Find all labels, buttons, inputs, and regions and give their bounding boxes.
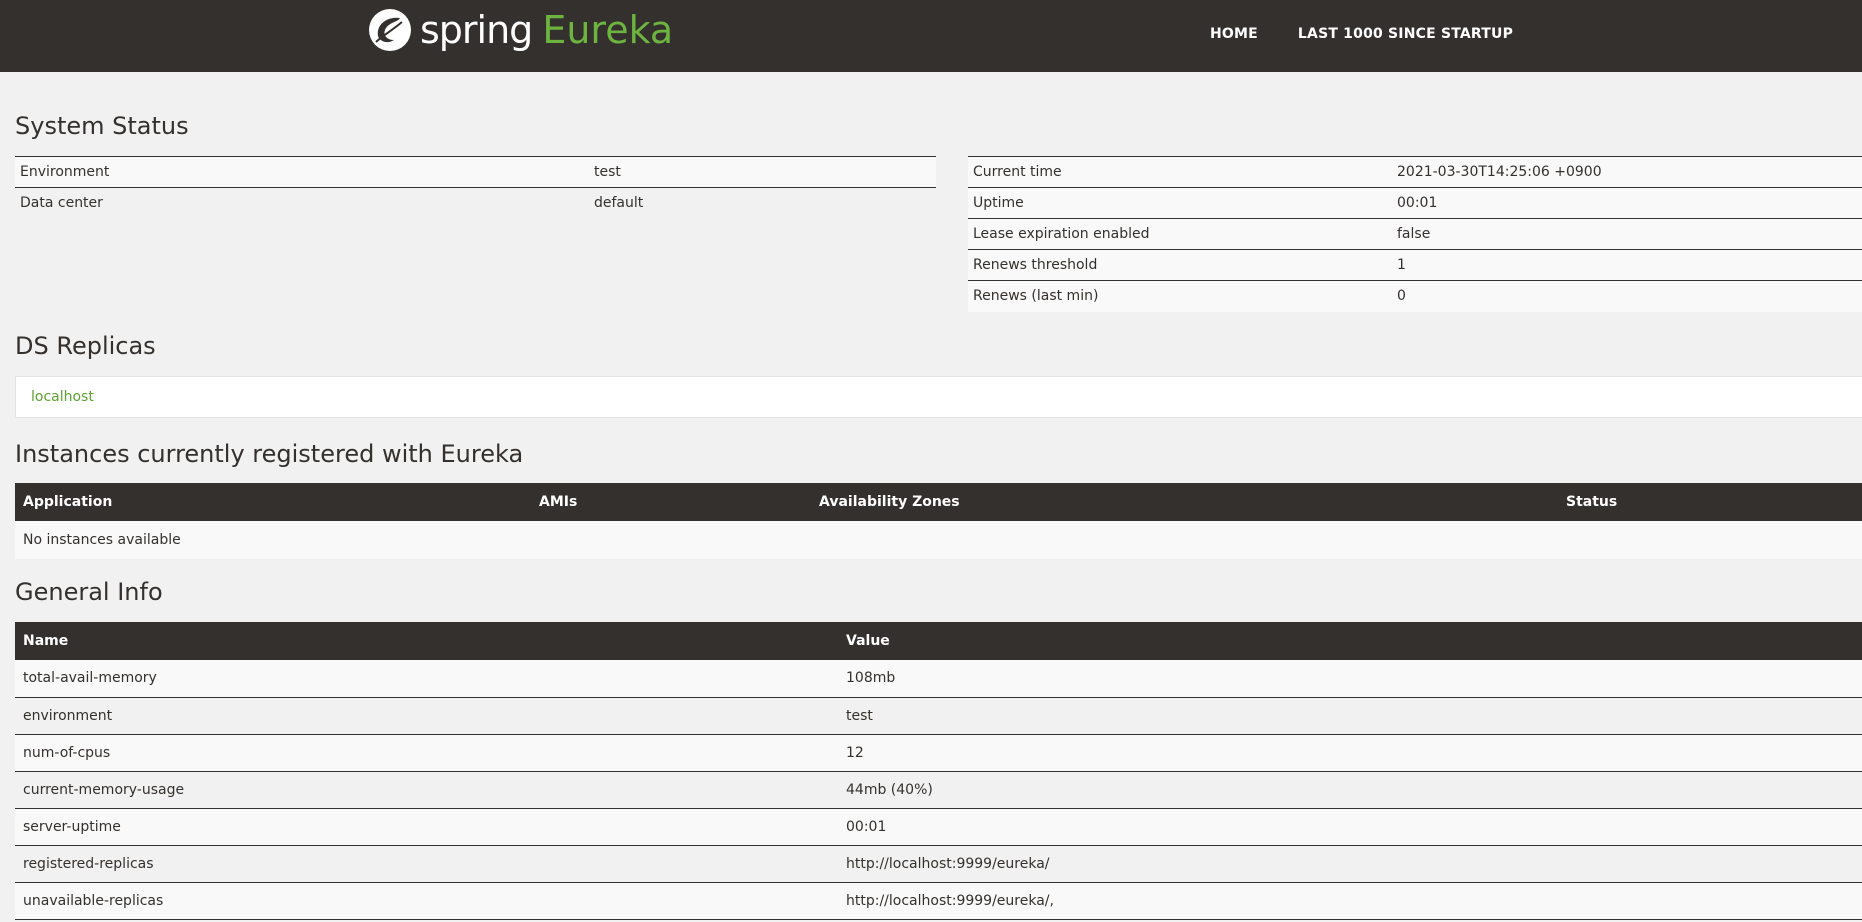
nav-last-1000-link[interactable]: LAST 1000 SINCE STARTUP (1298, 26, 1513, 42)
status-row: Lease expiration enabled false (968, 218, 1862, 250)
info-value: 108mb (838, 660, 1862, 698)
top-navbar: spring Eureka HOME LAST 1000 SINCE START… (0, 0, 1862, 72)
col-availability-zones: Availability Zones (811, 483, 1558, 521)
table-row: server-uptime 00:01 (15, 808, 1862, 846)
status-label: Renews threshold (968, 249, 1392, 281)
info-value: http://localhost:9999/eureka/, (838, 882, 1862, 920)
table-row: No instances available (15, 521, 1862, 559)
col-status: Status (1558, 483, 1862, 521)
status-value: default (589, 187, 936, 219)
table-row: environment test (15, 697, 1862, 735)
info-value: 00:01 (838, 808, 1862, 846)
info-name: total-avail-memory (15, 660, 838, 698)
col-name: Name (15, 622, 838, 660)
status-value: false (1392, 218, 1862, 250)
info-name: server-uptime (15, 808, 838, 846)
info-name: unavailable-replicas (15, 882, 838, 920)
info-value: 44mb (40%) (838, 771, 1862, 809)
table-row: registered-replicas http://localhost:999… (15, 845, 1862, 883)
ds-replicas-heading: DS Replicas (15, 332, 156, 360)
general-info-heading: General Info (15, 578, 163, 606)
status-value: 1 (1392, 249, 1862, 281)
instances-table: Application AMIs Availability Zones Stat… (15, 483, 1862, 559)
col-value: Value (838, 622, 1862, 660)
col-amis: AMIs (531, 483, 811, 521)
brand-eureka-text: Eureka (542, 8, 674, 52)
ds-replicas-list: localhost (15, 376, 1862, 418)
status-value: 2021-03-30T14:25:06 +0900 (1392, 156, 1862, 188)
nav-home-link[interactable]: HOME (1210, 26, 1258, 42)
replica-link-localhost[interactable]: localhost (31, 389, 94, 405)
info-name: current-memory-usage (15, 771, 838, 809)
info-value: http://localhost:9999/eureka/ (838, 845, 1862, 883)
status-label: Uptime (968, 187, 1392, 219)
top-nav-menu: HOME LAST 1000 SINCE STARTUP (1210, 0, 1553, 68)
instances-heading: Instances currently registered with Eure… (15, 440, 524, 468)
status-value: 00:01 (1392, 187, 1862, 219)
status-label: Environment (15, 156, 589, 188)
info-name: num-of-cpus (15, 734, 838, 772)
info-name: registered-replicas (15, 845, 838, 883)
status-row: Environment test (15, 156, 936, 188)
status-label: Data center (15, 187, 589, 219)
system-status-right-table: Current time 2021-03-30T14:25:06 +0900 U… (968, 156, 1862, 312)
status-label: Renews (last min) (968, 280, 1392, 312)
status-row: Uptime 00:01 (968, 187, 1862, 219)
status-row: Renews threshold 1 (968, 249, 1862, 281)
info-value: 12 (838, 734, 1862, 772)
spring-leaf-icon (369, 9, 411, 51)
status-label: Current time (968, 156, 1392, 188)
brand-spring-text: spring (420, 8, 533, 52)
table-row: current-memory-usage 44mb (40%) (15, 771, 1862, 809)
status-row: Renews (last min) 0 (968, 280, 1862, 312)
system-status-heading: System Status (15, 112, 189, 140)
table-row: total-avail-memory 108mb (15, 660, 1862, 698)
info-value: test (838, 697, 1862, 735)
system-status-left-table: Environment test Data center default (15, 156, 936, 219)
no-instances-message: No instances available (15, 521, 1862, 559)
table-row: unavailable-replicas http://localhost:99… (15, 882, 1862, 920)
instances-header-row: Application AMIs Availability Zones Stat… (15, 483, 1862, 521)
col-application: Application (15, 483, 531, 521)
status-row: Data center default (15, 187, 936, 219)
info-name: environment (15, 697, 838, 735)
status-label: Lease expiration enabled (968, 218, 1392, 250)
status-value: 0 (1392, 280, 1862, 312)
status-row: Current time 2021-03-30T14:25:06 +0900 (968, 156, 1862, 188)
general-header-row: Name Value (15, 622, 1862, 660)
spring-eureka-logo[interactable]: spring Eureka (366, 6, 673, 54)
general-info-table: Name Value total-avail-memory 108mb envi… (15, 622, 1862, 920)
status-value: test (589, 156, 936, 188)
table-row: num-of-cpus 12 (15, 734, 1862, 772)
